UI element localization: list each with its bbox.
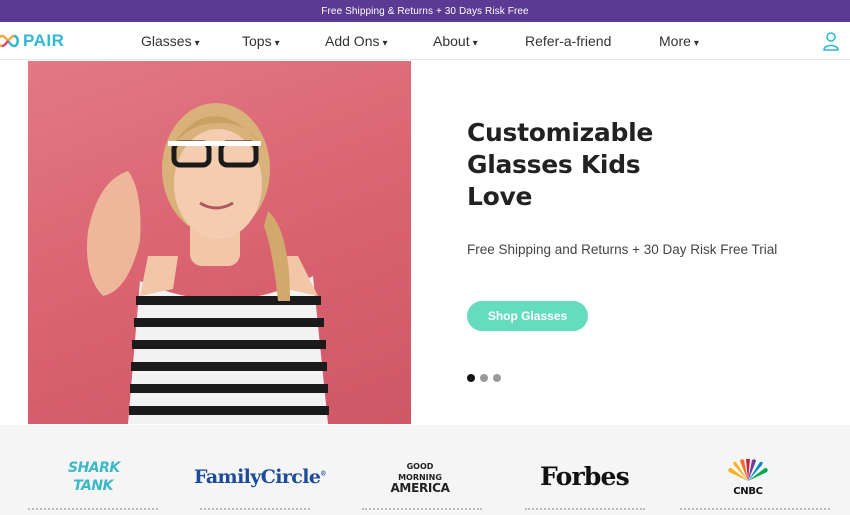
brand-name: PAIR xyxy=(23,31,65,50)
nav-item-add-ons[interactable]: Add Ons ▾ xyxy=(325,33,388,49)
testimonial-quote-snippet xyxy=(680,508,830,515)
chevron-down-icon: ▾ xyxy=(472,38,478,49)
testimonial-quote-snippet xyxy=(28,508,158,515)
good-morning-america-logo: GOOD MORNING AMERICA xyxy=(388,461,452,494)
logo-text: CNBC xyxy=(733,486,763,497)
hero-subtitle: Free Shipping and Returns + 30 Day Risk … xyxy=(467,242,778,257)
logo-text-line: TANK xyxy=(73,478,113,494)
nav-item-more[interactable]: More ▾ xyxy=(659,33,699,49)
carousel-dot-2[interactable] xyxy=(480,374,488,382)
hero-title-line: Love xyxy=(467,182,533,211)
hero-title-line: Glasses Kids xyxy=(467,150,641,179)
promo-banner: Free Shipping & Returns + 30 Days Risk F… xyxy=(0,0,850,22)
logo-text-line: AMERICA xyxy=(390,481,450,495)
pair-logo[interactable]: PAIR xyxy=(0,31,64,51)
hero-title: Customizable Glasses Kids Love xyxy=(467,117,707,213)
shop-glasses-button[interactable]: Shop Glasses xyxy=(467,301,588,331)
forbes-logo: Forbes xyxy=(540,462,630,491)
chevron-down-icon: ▾ xyxy=(274,38,280,49)
promo-text: Free Shipping & Returns + 30 Days Risk F… xyxy=(321,5,529,17)
carousel-dot-1[interactable] xyxy=(467,374,475,382)
carousel-dots xyxy=(467,374,501,382)
chevron-down-icon: ▾ xyxy=(693,38,699,49)
nav-label: Refer-a-friend xyxy=(525,33,612,49)
hero-image xyxy=(28,61,411,424)
nav-label: About xyxy=(433,33,470,49)
nav-item-about[interactable]: About ▾ xyxy=(433,33,478,49)
hero-headline-block: Customizable Glasses Kids Love xyxy=(467,117,707,213)
testimonial-quote-snippet xyxy=(525,508,645,515)
logo-text: FamilyCircle xyxy=(194,466,321,488)
shark-tank-logo: SHARK TANK xyxy=(68,459,120,495)
cnbc-logo: CNBC xyxy=(722,458,774,497)
family-circle-logo: FamilyCircle® xyxy=(194,466,326,488)
chevron-down-icon: ▾ xyxy=(194,38,200,49)
nav-label: More xyxy=(659,33,691,49)
nav-item-glasses[interactable]: Glasses ▾ xyxy=(141,33,200,49)
logo-text-line: GOOD xyxy=(406,462,434,471)
nav-label: Add Ons xyxy=(325,33,380,49)
testimonial-quote-snippet xyxy=(200,508,310,515)
carousel-dot-3[interactable] xyxy=(493,374,501,382)
nav-item-refer-a-friend[interactable]: Refer-a-friend xyxy=(525,33,611,49)
user-icon[interactable] xyxy=(822,31,840,51)
testimonial-quote-snippet xyxy=(362,508,482,515)
nav-label: Tops xyxy=(242,33,272,49)
infinity-logo-icon xyxy=(0,34,19,48)
hero-title-line: Customizable xyxy=(467,118,654,147)
peacock-icon xyxy=(728,458,768,481)
logo-text-line: SHARK xyxy=(68,460,120,476)
main-navbar: PAIR Glasses ▾ Tops ▾ Add Ons ▾ About ▾ Refe… xyxy=(0,22,850,60)
chevron-down-icon: ▾ xyxy=(382,38,388,49)
nav-label: Glasses xyxy=(141,33,192,49)
girl-with-glasses-photo xyxy=(87,103,329,424)
nav-item-tops[interactable]: Tops ▾ xyxy=(242,33,280,49)
